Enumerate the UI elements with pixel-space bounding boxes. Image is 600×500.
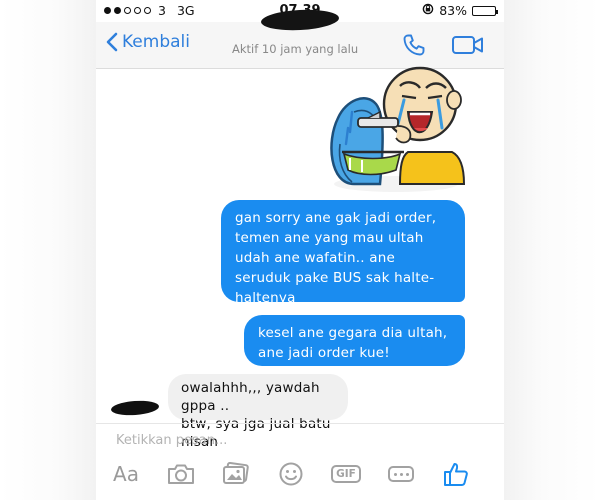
gallery-icon[interactable]: [218, 460, 254, 488]
text-format-icon[interactable]: Aa: [108, 460, 144, 488]
phone-call-icon[interactable]: [401, 32, 427, 62]
battery-icon: [472, 5, 498, 16]
message-text: gan sorry ane gak jadi order, temen ane …: [235, 210, 437, 306]
message-input[interactable]: [114, 429, 488, 451]
gif-label: GIF: [331, 465, 361, 483]
rotation-lock-icon: [422, 3, 434, 18]
chevron-left-icon: [106, 32, 118, 52]
left-margin: [0, 0, 96, 500]
message-text: kesel ane gegara dia ultah, ane jadi ord…: [258, 325, 448, 361]
camera-icon[interactable]: [163, 460, 199, 488]
avatar-redaction: [110, 399, 160, 417]
emoji-icon[interactable]: [273, 460, 309, 488]
conversation-header: Kembali Aktif 10 jam yang lalu: [96, 7, 504, 69]
back-label: Kembali: [122, 32, 190, 52]
text-format-label: Aa: [113, 462, 139, 486]
more-icon[interactable]: [383, 460, 419, 488]
right-margin: [504, 0, 600, 500]
video-call-icon[interactable]: [451, 34, 485, 60]
like-icon[interactable]: [438, 460, 474, 488]
active-status: Aktif 10 jam yang lalu: [232, 42, 359, 56]
message-bubble-outgoing[interactable]: kesel ane gegara dia ultah, ane jadi ord…: [244, 315, 465, 366]
battery-group: 83%: [422, 3, 498, 18]
message-bubble-outgoing[interactable]: gan sorry ane gak jadi order, temen ane …: [221, 200, 465, 306]
message-bubble-incoming[interactable]: owalahhh,,, yawdah gppa .. btw, sya jga …: [168, 374, 348, 450]
gif-icon[interactable]: GIF: [328, 460, 364, 488]
phone-screen: 3 3G 07.39 83% Kembali Aktif 10 jam yang…: [96, 0, 504, 500]
crying-man-sticker[interactable]: [324, 66, 468, 196]
message-composer: [96, 423, 504, 454]
battery-percent: 83%: [439, 3, 467, 18]
composer-toolbar: Aa GIF: [96, 454, 504, 494]
back-button[interactable]: Kembali: [106, 32, 190, 52]
